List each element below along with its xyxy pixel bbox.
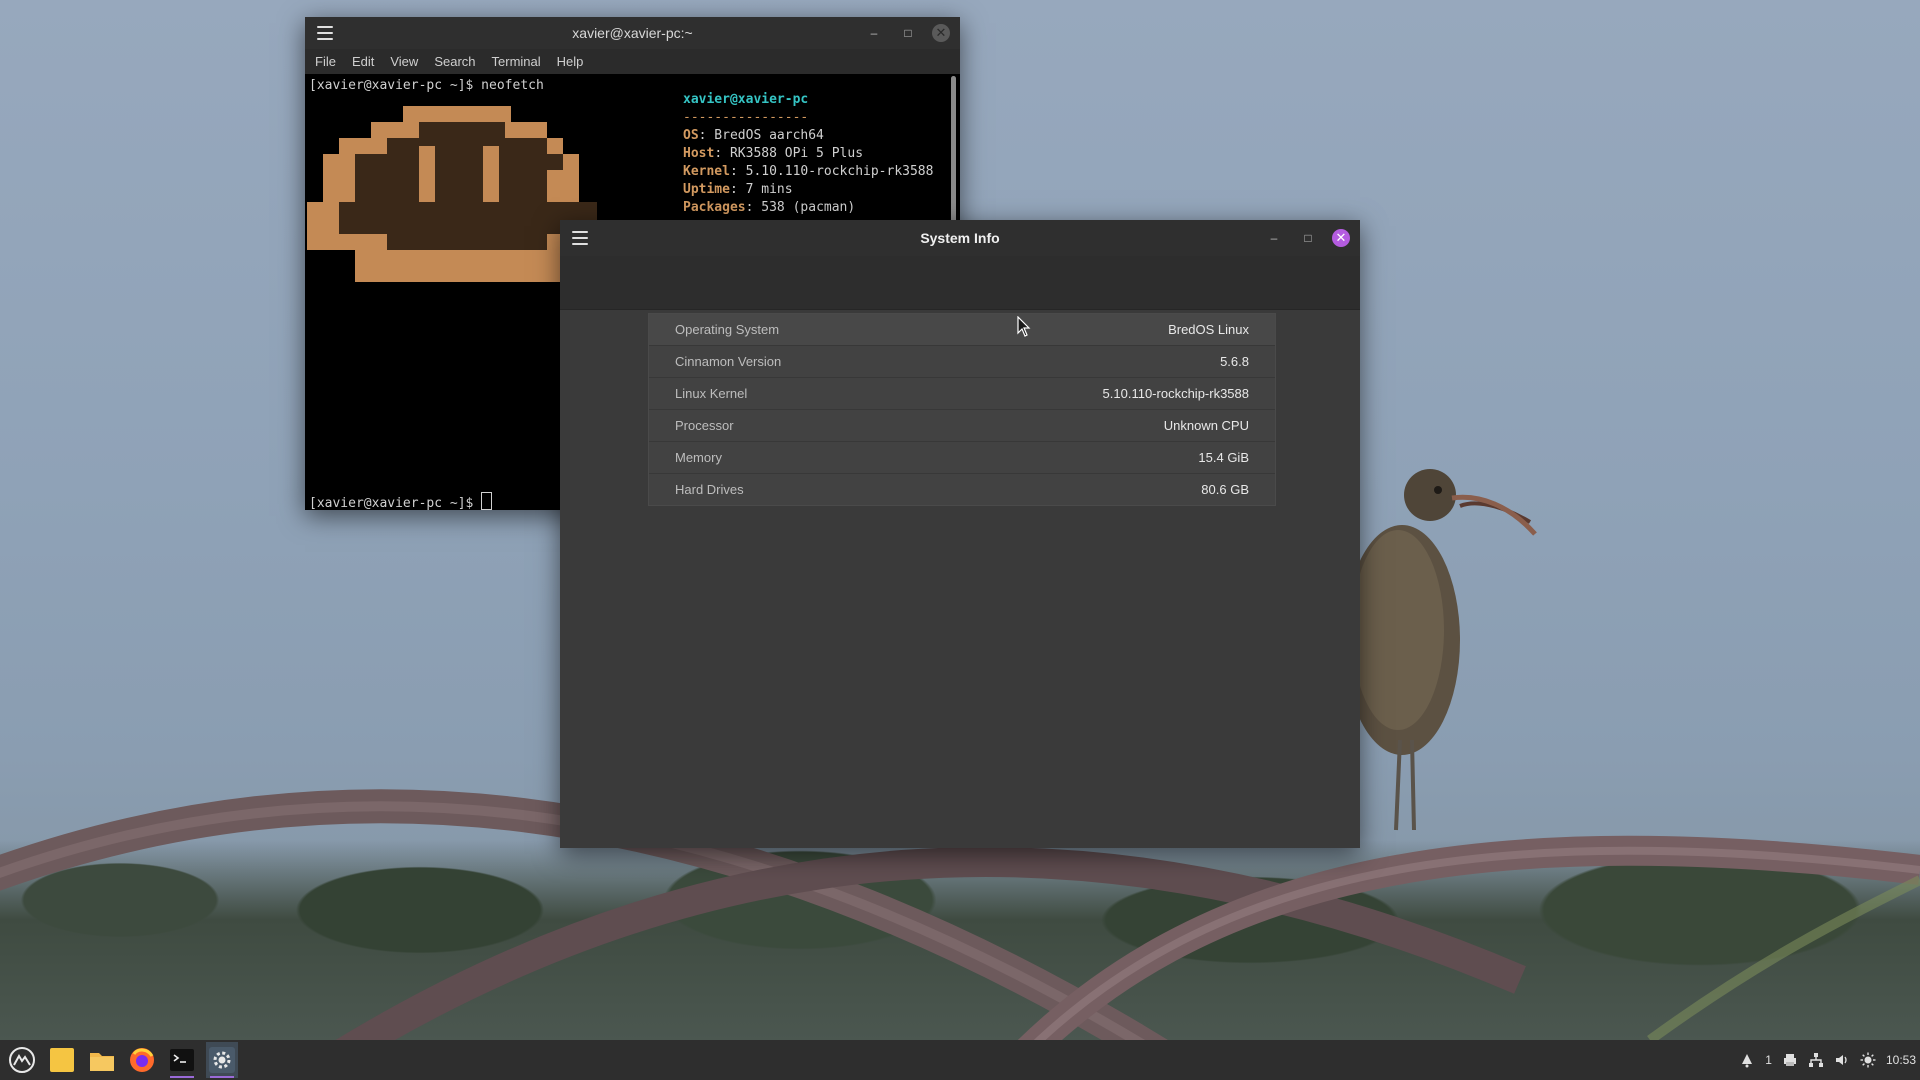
info-value: BredOS Linux <box>1168 322 1249 337</box>
info-row-hard-drives: Hard Drives 80.6 GB <box>649 474 1275 505</box>
close-button[interactable]: ✕ <box>932 24 950 42</box>
terminal-icon <box>170 1049 194 1071</box>
info-label: Operating System <box>675 322 780 337</box>
command-line: [xavier@xavier-pc ~]$ neofetch <box>309 78 544 93</box>
neofetch-kernel: Kernel: 5.10.110-rockchip-rk3588 <box>683 164 934 179</box>
terminal-menubar: File Edit View Search Terminal Help <box>305 49 960 74</box>
mouse-pointer-icon <box>1017 316 1031 337</box>
menu-search[interactable]: Search <box>434 54 475 69</box>
terminal-scrollbar-thumb[interactable] <box>951 76 956 236</box>
terminal-taskbar-button[interactable] <box>166 1042 198 1078</box>
menu-terminal[interactable]: Terminal <box>492 54 541 69</box>
settings-gear-icon <box>209 1047 235 1073</box>
menu-help[interactable]: Help <box>557 54 584 69</box>
files-launcher[interactable] <box>86 1042 118 1078</box>
neofetch-os: OS: BredOS aarch64 <box>683 128 824 143</box>
info-label: Hard Drives <box>675 482 744 497</box>
info-value: 15.4 GiB <box>1198 450 1249 465</box>
system-info-table: Operating System BredOS Linux Cinnamon V… <box>648 313 1276 506</box>
minimize-button[interactable]: – <box>1264 228 1284 248</box>
system-info-window[interactable]: System Info – □ ✕ Operating System BredO… <box>560 220 1360 848</box>
system-tray: 1 10:53 <box>1739 1040 1916 1080</box>
text-cursor <box>481 492 493 510</box>
terminal-titlebar[interactable]: xavier@xavier-pc:~ – □ ✕ <box>305 17 960 49</box>
terminal-title: xavier@xavier-pc:~ <box>572 25 693 41</box>
info-value: 5.10.110-rockchip-rk3588 <box>1102 386 1249 401</box>
neofetch-packages: Packages: 538 (pacman) <box>683 200 856 215</box>
settings-taskbar-button[interactable] <box>206 1042 238 1078</box>
clock[interactable]: 10:53 <box>1886 1053 1916 1067</box>
notes-launcher[interactable] <box>46 1042 78 1078</box>
neofetch-separator: ---------------- <box>683 110 809 125</box>
system-info-titlebar[interactable]: System Info – □ ✕ <box>560 220 1360 256</box>
info-label: Linux Kernel <box>675 386 748 401</box>
firefox-launcher[interactable] <box>126 1042 158 1078</box>
system-info-title: System Info <box>920 230 1000 246</box>
info-row-processor: Processor Unknown CPU <box>649 410 1275 442</box>
notes-icon <box>50 1048 74 1072</box>
info-label: Cinnamon Version <box>675 354 782 369</box>
menu-view[interactable]: View <box>390 54 418 69</box>
menu-edit[interactable]: Edit <box>352 54 374 69</box>
volume-icon[interactable] <box>1834 1052 1850 1068</box>
info-label: Memory <box>675 450 722 465</box>
info-value: Unknown CPU <box>1163 418 1249 433</box>
printer-icon[interactable] <box>1782 1052 1798 1068</box>
firefox-icon <box>130 1048 154 1072</box>
menu-file[interactable]: File <box>315 54 336 69</box>
neofetch-user: xavier@xavier-pc <box>683 92 809 107</box>
info-row-operating-system: Operating System BredOS Linux <box>649 314 1275 346</box>
info-row-linux-kernel: Linux Kernel 5.10.110-rockchip-rk3588 <box>649 378 1275 410</box>
folder-icon <box>90 1053 114 1071</box>
notifications-icon[interactable] <box>1739 1052 1755 1068</box>
taskbar: 1 10:53 <box>0 1040 1920 1080</box>
neofetch-host: Host: RK3588 OPi 5 Plus <box>683 146 864 161</box>
bredos-bread-logo <box>307 106 597 282</box>
maximize-button[interactable]: □ <box>1298 228 1318 248</box>
wallpaper-bird <box>1344 469 1537 831</box>
minimize-button[interactable]: – <box>864 23 884 43</box>
notification-count: 1 <box>1765 1053 1772 1067</box>
bredos-menu-icon <box>9 1047 35 1073</box>
info-label: Processor <box>675 418 734 433</box>
info-row-memory: Memory 15.4 GiB <box>649 442 1275 474</box>
close-button[interactable]: ✕ <box>1332 229 1350 247</box>
info-value: 80.6 GB <box>1201 482 1249 497</box>
info-value: 5.6.8 <box>1220 354 1249 369</box>
neofetch-uptime: Uptime: 7 mins <box>683 182 793 197</box>
network-icon[interactable] <box>1808 1052 1824 1068</box>
info-row-cinnamon-version: Cinnamon Version 5.6.8 <box>649 346 1275 378</box>
prompt-line: [xavier@xavier-pc ~]$ <box>309 492 493 511</box>
maximize-button[interactable]: □ <box>898 23 918 43</box>
brightness-icon[interactable] <box>1860 1052 1876 1068</box>
start-menu-button[interactable] <box>6 1042 38 1078</box>
system-info-toolbar <box>560 256 1360 310</box>
